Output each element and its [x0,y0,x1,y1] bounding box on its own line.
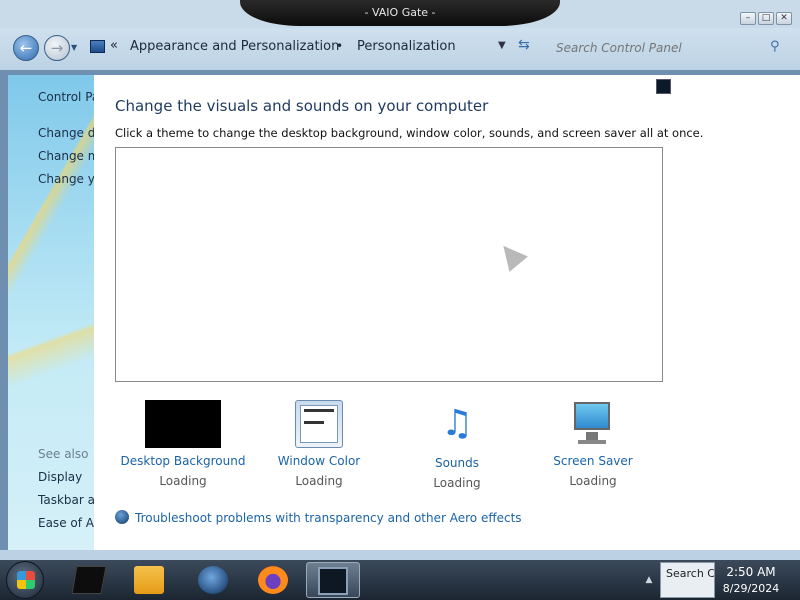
back-button[interactable]: ← [13,35,39,61]
address-bar: ← → ▼ « Appearance and Personalization •… [0,28,800,70]
clock-time[interactable]: 2:50 AM [718,565,784,579]
taskbar-app-1[interactable] [62,562,116,598]
tray-search-box[interactable]: Search Co [660,562,715,598]
desktop-background-icon [145,400,221,448]
main-content: Change the visuals and sounds on your co… [94,75,800,550]
search-icon[interactable]: ⚲ [770,39,780,54]
see-also-heading: See also [38,447,89,461]
help-icon[interactable] [656,79,671,94]
recent-pages-dropdown-icon[interactable]: ▼ [71,43,77,52]
maximize-button[interactable]: □ [758,12,774,25]
sidebar: Control Panel Home Change desktop icons … [8,75,94,550]
troubleshoot-label[interactable]: Troubleshoot problems with transparency … [135,511,522,525]
taskbar: ▲ Search Co 2:50 AM 8/29/2024 [0,560,800,600]
control-panel-icon [90,40,105,53]
search-input[interactable] [548,35,788,61]
taskbar-app-3[interactable] [186,562,240,598]
sounds-tile[interactable]: ♫ Sounds Loading [392,400,522,490]
desktop-background-link[interactable]: Desktop Background [118,454,248,468]
screen-saver-link[interactable]: Screen Saver [528,454,658,468]
breadcrumb-overflow[interactable]: « [110,38,118,53]
desktop-background-status: Loading [159,474,207,488]
window-bottom-border [0,550,800,560]
breadcrumb-separator[interactable]: • [336,39,343,53]
window-color-tile[interactable]: Window Color Loading [254,400,384,488]
sidebar-change-mouse-pointers[interactable]: Change mouse pointers [38,149,94,163]
screen-saver-icon [568,400,618,448]
window-title: - VAIO Gate - [240,0,560,26]
monitor-icon [318,567,348,595]
media-player-icon [134,566,164,594]
page-subtitle: Click a theme to change the desktop back… [115,126,704,140]
title-bar: - VAIO Gate - – □ ✕ [0,0,800,28]
forward-button[interactable]: → [44,35,70,61]
close-button[interactable]: ✕ [776,12,792,25]
see-also-ease-of-access[interactable]: Ease of Access Center [38,516,94,530]
sidebar-control-panel-home[interactable]: Control Panel Home [38,90,94,104]
window-color-icon [295,400,343,448]
window-controls: – □ ✕ [740,12,792,25]
refresh-icon[interactable]: ⇆ [518,37,530,53]
show-hidden-icons-button[interactable]: ▲ [641,562,657,598]
window-color-status: Loading [295,474,343,488]
breadcrumb-personalization[interactable]: Personalization [357,39,456,54]
desktop-background-tile[interactable]: Desktop Background Loading [118,400,248,488]
sidebar-change-account-picture[interactable]: Change your account picture [38,172,94,186]
theme-list[interactable] [115,147,663,382]
start-button[interactable] [6,561,44,599]
address-dropdown-icon[interactable]: ▼ [498,40,506,51]
sounds-status: Loading [433,476,481,490]
mouse-cursor-icon [494,238,528,272]
troubleshoot-icon [115,510,129,524]
globe-icon [198,566,228,594]
see-also-taskbar[interactable]: Taskbar and Start Menu [38,493,94,507]
windows-logo-icon [17,571,35,589]
troubleshoot-link[interactable]: Troubleshoot problems with transparency … [115,510,522,525]
screen-saver-tile[interactable]: Screen Saver Loading [528,400,658,488]
see-also-display[interactable]: Display [38,470,82,484]
window-color-link[interactable]: Window Color [254,454,384,468]
clock-date[interactable]: 8/29/2024 [718,582,784,595]
taskbar-app-firefox[interactable] [246,562,300,598]
breadcrumb-appearance[interactable]: Appearance and Personalization [130,39,339,54]
sidebar-change-desktop-icons[interactable]: Change desktop icons [38,126,94,140]
sounds-icon: ♫ [440,403,474,444]
page-title: Change the visuals and sounds on your co… [115,97,489,115]
firefox-icon [258,566,288,594]
taskbar-app-2[interactable] [122,562,176,598]
minimize-button[interactable]: – [740,12,756,25]
notebook-icon [71,566,107,594]
taskbar-app-control-panel[interactable] [306,562,360,598]
sounds-link[interactable]: Sounds [392,456,522,470]
screen-saver-status: Loading [569,474,617,488]
